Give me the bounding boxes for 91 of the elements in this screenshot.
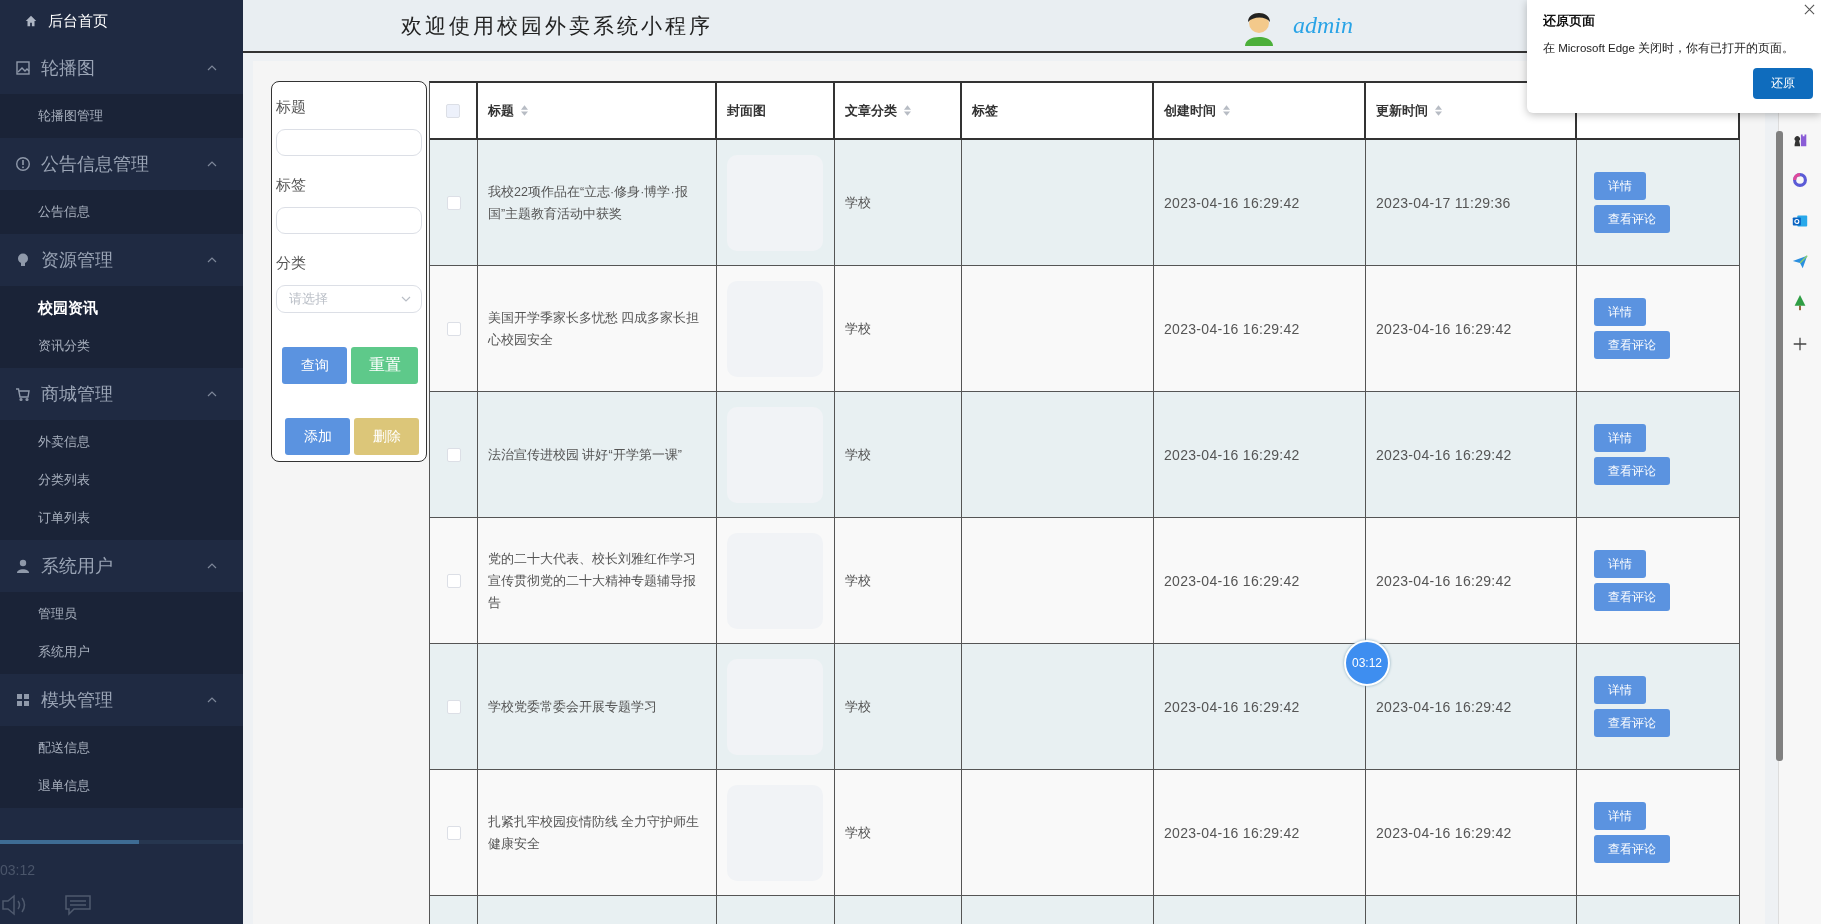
chevron-icon [401, 296, 411, 302]
table-cell: 2023-04-16 16:29:42 [1376, 320, 1512, 337]
table-cell: 学校 [845, 571, 871, 590]
table-cell-text: 扎紧扎牢校园疫情防线 全力守护师生健康安全 [488, 813, 701, 853]
table-cell-text: 我校22项作品在“立志·修身·博学·报国”主题教育活动中获奖 [488, 183, 689, 223]
input-field[interactable] [276, 129, 422, 156]
details-button[interactable]: 详情 [1594, 550, 1646, 578]
menu-item[interactable]: 配送信息 [0, 729, 243, 767]
user-icon [15, 558, 31, 574]
table-cell-text: 学校党委常委会开展专题学习 [488, 698, 657, 716]
restore-button[interactable]: 还原 [1753, 68, 1813, 99]
table-cell: 2023-04-16 16:29:42 [1164, 824, 1300, 841]
sort-icon[interactable] [1435, 105, 1442, 116]
menu-item[interactable]: 管理员 [0, 595, 243, 633]
table-cell: 学校 [845, 193, 871, 212]
comments-button[interactable]: 查看评论 [1594, 709, 1670, 737]
menu-item[interactable]: 退单信息 [0, 767, 243, 805]
table-cell: 2023-04-16 16:29:42 [1376, 572, 1512, 589]
ring-icon[interactable] [1791, 171, 1809, 189]
menu-item[interactable]: 资讯分类 [0, 327, 243, 365]
sort-icon[interactable] [904, 105, 911, 116]
menu-group-header[interactable]: 轮播图 [0, 42, 243, 94]
table-cell: 2023-04-16 16:29:42 [1164, 572, 1300, 589]
row-checkbox[interactable] [446, 321, 461, 336]
table-cell: 2023-04-16 16:29:42 [1164, 446, 1300, 463]
table-cell: 2023-04-16 16:29:42 [1164, 698, 1300, 715]
cart-icon [15, 386, 31, 402]
info-icon [15, 156, 31, 172]
table-cell-text: 美国开学季家长多忧愁 四成多家长担心校园安全 [488, 309, 701, 349]
progress-track[interactable] [0, 840, 243, 844]
comments-button[interactable]: 查看评论 [1594, 835, 1670, 863]
table-cell: 学校 [845, 319, 871, 338]
comments-button[interactable]: 查看评论 [1594, 457, 1670, 485]
comments-button[interactable]: 查看评论 [1594, 331, 1670, 359]
details-button[interactable]: 详情 [1594, 424, 1646, 452]
table-cell: 2023-04-16 16:29:42 [1164, 320, 1300, 337]
menu-item[interactable]: 分类列表 [0, 461, 243, 499]
sort-icon[interactable] [521, 105, 528, 116]
table-cell: 2023-04-16 16:29:42 [1376, 446, 1512, 463]
table-cell-text: 法治宣传进校园 讲好“开学第一课” [488, 446, 682, 464]
comments-button[interactable]: 查看评论 [1594, 205, 1670, 233]
menu-item[interactable]: 订单列表 [0, 499, 243, 537]
close-icon[interactable] [1804, 4, 1815, 15]
welcome-title: 欢迎使用校园外卖系统小程序 [401, 12, 714, 40]
dialog-message: 在 Microsoft Edge 关闭时，你有已打开的页面。 [1543, 41, 1796, 56]
table-cell: 2023-04-16 16:29:42 [1376, 698, 1512, 715]
table-cell: 学校 [845, 823, 871, 842]
field-label: 分类 [276, 254, 307, 273]
menu-group-header[interactable]: 商城管理 [0, 368, 243, 420]
table-cell: 2023-04-16 16:29:42 [1376, 824, 1512, 841]
field-label: 标题 [276, 98, 307, 117]
row-checkbox[interactable] [446, 447, 461, 462]
menu-item[interactable]: 校园资讯 [0, 289, 243, 327]
field-label: 标签 [276, 176, 307, 195]
details-button[interactable]: 详情 [1594, 676, 1646, 704]
grid-icon [15, 692, 31, 708]
details-button[interactable]: 详情 [1594, 298, 1646, 326]
row-checkbox[interactable] [446, 699, 461, 714]
table-cell: 2023-04-16 16:29:42 [1164, 194, 1300, 211]
row-checkbox[interactable] [446, 195, 461, 210]
menu-group-header[interactable]: 公告信息管理 [0, 138, 243, 190]
menu-group-header[interactable]: 资源管理 [0, 234, 243, 286]
menu-group-header[interactable]: 系统用户 [0, 540, 243, 592]
user-name: admin [1293, 12, 1353, 39]
menu-group-header[interactable]: 模块管理 [0, 674, 243, 726]
comments-button[interactable]: 查看评论 [1594, 583, 1670, 611]
plus-icon[interactable] [1791, 335, 1809, 353]
action-button[interactable]: 添加 [285, 418, 350, 455]
dialog-title: 还原页面 [1543, 12, 1596, 30]
home-menu-item[interactable]: 后台首页 [0, 0, 243, 42]
row-checkbox[interactable] [446, 825, 461, 840]
sort-icon[interactable] [1223, 105, 1230, 116]
home-icon [24, 14, 38, 28]
paper-plane-icon[interactable] [1791, 253, 1809, 271]
table-cell: 学校 [845, 697, 871, 716]
chat-icon[interactable] [64, 894, 92, 916]
details-button[interactable]: 详情 [1594, 802, 1646, 830]
menu-item[interactable]: 外卖信息 [0, 423, 243, 461]
image-icon [15, 60, 31, 76]
details-button[interactable]: 详情 [1594, 172, 1646, 200]
table-cell: 2023-04-17 11:29:36 [1376, 194, 1511, 211]
volume-icon[interactable] [2, 894, 28, 916]
row-checkbox[interactable] [446, 573, 461, 588]
input-field[interactable] [276, 207, 422, 234]
menu-item[interactable]: 系统用户 [0, 633, 243, 671]
action-button[interactable]: 查询 [282, 347, 347, 384]
scrollbar[interactable] [1776, 131, 1783, 761]
table-cell: 学校 [845, 445, 871, 464]
table-cell-text: 党的二十大代表、校长刘雅红作学习宣传贯彻党的二十大精神专题辅导报告 [488, 550, 697, 612]
bulb-icon [15, 252, 31, 268]
select-all-checkbox[interactable] [446, 103, 460, 118]
